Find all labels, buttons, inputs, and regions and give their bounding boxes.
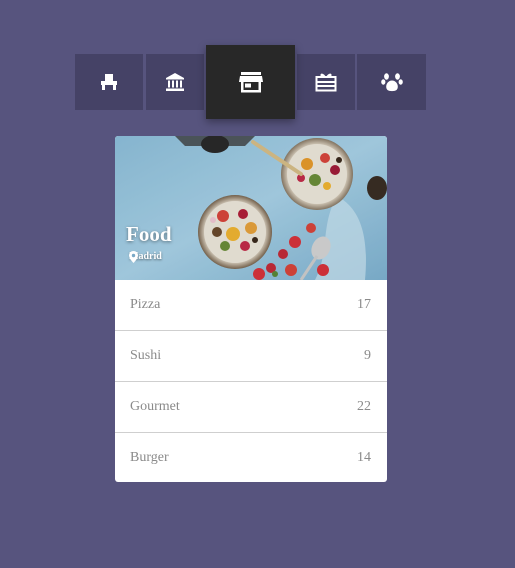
tab-store[interactable] xyxy=(206,45,295,119)
armchair-icon xyxy=(101,74,117,90)
tab-bank[interactable] xyxy=(146,54,204,110)
list-item-burger[interactable]: Burger 14 xyxy=(115,432,387,482)
list-item-count: 17 xyxy=(357,297,371,312)
list-item-count: 9 xyxy=(364,348,371,363)
tab-paw[interactable] xyxy=(357,54,426,110)
page: Food Madrid Pizza 17 Sushi 9 Gourmet 22 xyxy=(0,0,515,568)
list-item-label: Burger xyxy=(130,450,169,465)
bank-icon xyxy=(166,73,184,91)
map-pin-icon xyxy=(129,251,138,263)
paw-icon xyxy=(380,73,403,92)
category-tab-bar xyxy=(75,45,427,119)
category-card: Food Madrid Pizza 17 Sushi 9 Gourmet 22 xyxy=(115,136,387,482)
list-item-count: 22 xyxy=(357,399,371,414)
list-item-sushi[interactable]: Sushi 9 xyxy=(115,330,387,381)
category-list: Pizza 17 Sushi 9 Gourmet 22 Burger 14 xyxy=(115,280,387,482)
list-item-count: 14 xyxy=(357,450,371,465)
list-item-label: Gourmet xyxy=(130,399,180,414)
tab-armchair[interactable] xyxy=(75,54,143,110)
food-hero-image: Food Madrid xyxy=(115,136,387,280)
list-item-label: Sushi xyxy=(130,348,162,363)
card-location: Madrid xyxy=(129,251,162,263)
list-item-gourmet[interactable]: Gourmet 22 xyxy=(115,381,387,432)
list-item-pizza[interactable]: Pizza 17 xyxy=(115,280,387,330)
list-item-label: Pizza xyxy=(130,297,161,312)
tab-gift[interactable] xyxy=(297,54,355,110)
gift-icon xyxy=(315,73,337,92)
card-title: Food xyxy=(126,222,172,246)
store-icon xyxy=(238,72,263,93)
